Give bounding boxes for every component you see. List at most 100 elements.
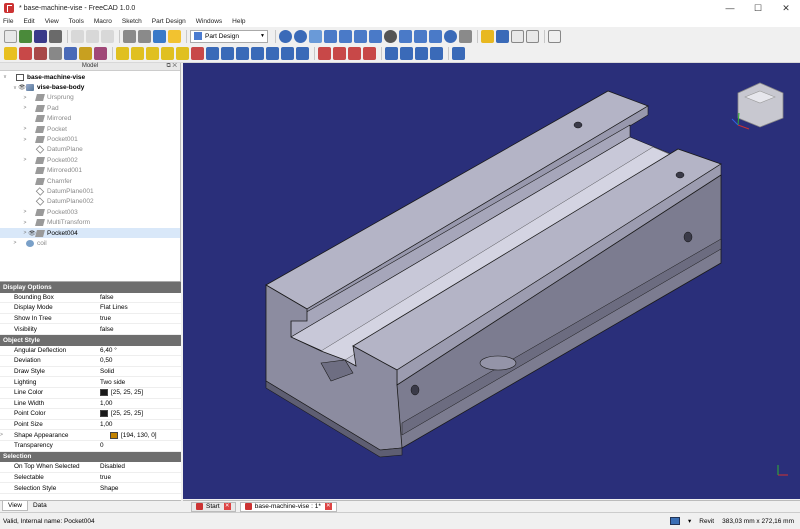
- property-row[interactable]: Deviation 0,50: [0, 356, 181, 367]
- boolean-icon[interactable]: [452, 47, 465, 60]
- copy-icon[interactable]: [86, 29, 99, 43]
- menu-view[interactable]: View: [45, 18, 59, 25]
- linear-pattern-icon[interactable]: [333, 47, 346, 60]
- additive-helix-icon[interactable]: [176, 47, 189, 60]
- nav-dropdown-icon[interactable]: ▾: [688, 517, 691, 525]
- sub-shape-binder-icon[interactable]: [64, 47, 77, 60]
- property-row[interactable]: Line Color [25, 25, 25]: [0, 388, 181, 399]
- property-row[interactable]: Point Color [25, 25, 25]: [0, 409, 181, 420]
- tree-item-pocket002[interactable]: > Pocket002: [0, 155, 180, 165]
- create-body-icon[interactable]: [4, 47, 17, 60]
- create-sketch-icon[interactable]: [19, 47, 32, 60]
- property-value-cell[interactable]: [25, 25, 25]: [100, 389, 181, 397]
- subtractive-pipe-icon[interactable]: [266, 47, 279, 60]
- property-value-cell[interactable]: Shape: [100, 485, 181, 492]
- shape-binder-icon[interactable]: [49, 47, 62, 60]
- bottom-view-icon[interactable]: [414, 29, 427, 43]
- top-view-icon[interactable]: [354, 29, 367, 43]
- expand-arrow-icon[interactable]: >: [22, 105, 28, 111]
- whats-this-cursor-icon[interactable]: [548, 29, 561, 43]
- property-value-cell[interactable]: 0: [100, 442, 181, 449]
- tree-item-pocket[interactable]: > Pocket: [0, 124, 180, 134]
- tree-item-vise-base-body[interactable]: v 👁 vise-base-body: [0, 82, 180, 92]
- 3d-viewport[interactable]: [183, 63, 800, 499]
- measure-icon[interactable]: [444, 29, 457, 43]
- property-row[interactable]: Draw Style Solid: [0, 367, 181, 378]
- close-tab-icon[interactable]: ✕: [223, 503, 231, 510]
- save-as-icon[interactable]: [49, 29, 62, 43]
- expand-arrow-icon[interactable]: >: [0, 432, 10, 438]
- property-value-cell[interactable]: Disabled: [100, 463, 181, 470]
- property-value-cell[interactable]: [25, 25, 25]: [100, 410, 181, 418]
- fillet-icon[interactable]: [385, 47, 398, 60]
- pocket-icon[interactable]: [206, 47, 219, 60]
- revolution-icon[interactable]: [131, 47, 144, 60]
- tree-item-chamfer[interactable]: Chamfer: [0, 176, 180, 186]
- menu-macro[interactable]: Macro: [94, 18, 112, 25]
- property-group-header[interactable]: Selection: [0, 451, 181, 463]
- property-value-cell[interactable]: false: [100, 326, 181, 333]
- link-icon[interactable]: [511, 29, 524, 43]
- paste-icon[interactable]: [101, 29, 114, 43]
- left-view-icon[interactable]: [429, 29, 442, 43]
- datum-plane-icon[interactable]: [79, 47, 92, 60]
- tree-item-ursprung[interactable]: > Ursprung: [0, 93, 180, 103]
- workbench-selector[interactable]: Part Design ▼: [190, 29, 268, 43]
- tree-item-pocket001[interactable]: > Pocket001: [0, 134, 180, 144]
- redo-icon[interactable]: [138, 29, 151, 43]
- menu-edit[interactable]: Edit: [23, 18, 34, 25]
- expand-arrow-icon[interactable]: >: [22, 209, 28, 215]
- hole-icon[interactable]: [221, 47, 234, 60]
- tab-base-machine-vise[interactable]: base-machine-vise : 1* ✕: [239, 501, 337, 512]
- subtractive-loft-icon[interactable]: [251, 47, 264, 60]
- close-tab-icon[interactable]: ✕: [324, 503, 332, 510]
- close-button[interactable]: ✕: [772, 0, 800, 16]
- expand-arrow-icon[interactable]: >: [22, 137, 28, 143]
- property-group-header[interactable]: Display Options: [0, 282, 181, 293]
- menu-sketch[interactable]: Sketch: [122, 18, 142, 25]
- menu-tools[interactable]: Tools: [69, 18, 84, 25]
- measure-clear-icon[interactable]: [459, 29, 472, 43]
- stereo-icon[interactable]: [384, 29, 397, 43]
- color-swatch[interactable]: [100, 389, 108, 397]
- property-row[interactable]: Show In Tree true: [0, 314, 181, 325]
- tree-item-coil[interactable]: > coil: [0, 238, 180, 248]
- thickness-icon[interactable]: [430, 47, 443, 60]
- tree-item-mirrored001[interactable]: Mirrored001: [0, 166, 180, 176]
- property-row[interactable]: Line Width 1,00: [0, 399, 181, 410]
- property-value-cell[interactable]: Solid: [100, 368, 181, 375]
- polar-pattern-icon[interactable]: [348, 47, 361, 60]
- maximize-button[interactable]: ☐: [744, 0, 772, 16]
- property-row[interactable]: > Shape Appearance [194, 130, 0]: [0, 430, 181, 441]
- additive-loft-icon[interactable]: [146, 47, 159, 60]
- save-icon[interactable]: [34, 29, 47, 43]
- expand-arrow-icon[interactable]: v: [2, 74, 8, 80]
- property-value-cell[interactable]: false: [100, 294, 181, 301]
- expand-arrow-icon[interactable]: >: [22, 157, 28, 163]
- property-row[interactable]: Visibility false: [0, 324, 181, 335]
- tree-item-datumplane[interactable]: DatumPlane: [0, 145, 180, 155]
- subtractive-helix-icon[interactable]: [281, 47, 294, 60]
- undo-icon[interactable]: [123, 29, 136, 43]
- cut-icon[interactable]: [71, 29, 84, 43]
- menu-windows[interactable]: Windows: [196, 18, 222, 25]
- tab-start[interactable]: Start ✕: [191, 501, 236, 512]
- tree-item-base-machine-vise[interactable]: v base-machine-vise: [0, 72, 180, 82]
- additive-primitive-icon[interactable]: [191, 47, 204, 60]
- expand-arrow-icon[interactable]: >: [12, 240, 18, 246]
- front-view-icon[interactable]: [339, 29, 352, 43]
- fit-selection-icon[interactable]: [294, 29, 307, 43]
- property-value-cell[interactable]: true: [100, 474, 181, 481]
- chamfer-icon[interactable]: [400, 47, 413, 60]
- multitransform-icon[interactable]: [363, 47, 376, 60]
- open-document-icon[interactable]: [19, 29, 32, 43]
- property-value-cell[interactable]: [194, 130, 0]: [110, 431, 181, 439]
- menu-file[interactable]: File: [3, 18, 13, 25]
- subtractive-primitive-icon[interactable]: [296, 47, 309, 60]
- property-value-cell[interactable]: 6,40 °: [100, 347, 181, 354]
- tree-item-pad[interactable]: > Pad: [0, 103, 180, 113]
- color-swatch[interactable]: [110, 431, 118, 439]
- navigation-style-icon[interactable]: [670, 517, 681, 525]
- rear-view-icon[interactable]: [399, 29, 412, 43]
- expand-arrow-icon[interactable]: >: [22, 126, 28, 132]
